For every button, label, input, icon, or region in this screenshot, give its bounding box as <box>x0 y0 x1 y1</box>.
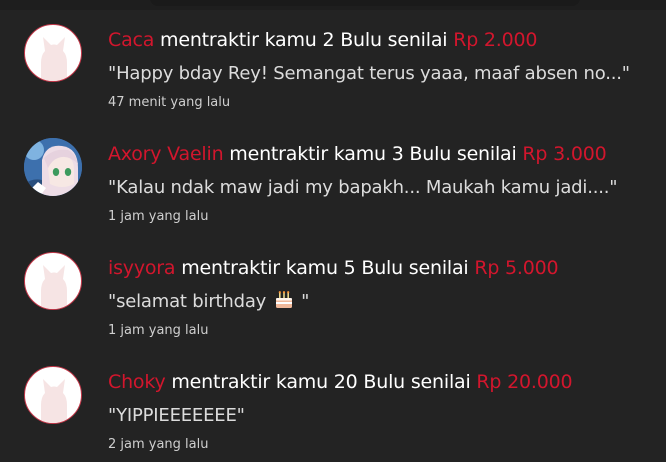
supporter-name[interactable]: Axory Vaelin <box>108 143 224 165</box>
support-timestamp: 47 menit yang lalu <box>108 95 231 110</box>
support-message-text-end: " <box>295 291 310 312</box>
support-amount: Rp 20.000 <box>476 371 573 393</box>
default-cat-avatar-icon[interactable] <box>24 366 82 424</box>
support-amount: Rp 2.000 <box>453 29 538 51</box>
list-item: Axory Vaelin mentraktir kamu 3 Bulu seni… <box>0 114 666 224</box>
support-message: "Kalau ndak maw jadi my bapakh... Maukah… <box>108 177 618 198</box>
support-timestamp: 1 jam yang lalu <box>108 209 209 224</box>
list-item: Caca mentraktir kamu 2 Bulu senilai Rp 2… <box>0 0 666 110</box>
supporter-name[interactable]: Caca <box>108 29 154 51</box>
support-action-text: mentraktir kamu 5 Bulu senilai <box>175 257 475 279</box>
support-headline: Choky mentraktir kamu 20 Bulu senilai Rp… <box>108 370 573 394</box>
support-headline: Caca mentraktir kamu 2 Bulu senilai Rp 2… <box>108 28 537 52</box>
support-action-text: mentraktir kamu 2 Bulu senilai <box>154 29 454 51</box>
list-item: isyyora mentraktir kamu 5 Bulu senilai R… <box>0 228 666 338</box>
support-timestamp: 1 jam yang lalu <box>108 323 209 338</box>
support-amount: Rp 3.000 <box>522 143 607 165</box>
birthday-cake-icon <box>274 290 294 310</box>
support-message-text: "selamat birthday <box>108 291 267 312</box>
supporter-name[interactable]: isyyora <box>108 257 176 279</box>
list-item: Choky mentraktir kamu 20 Bulu senilai Rp… <box>0 342 666 452</box>
anime-girl-photo-avatar-icon[interactable] <box>24 138 82 196</box>
supporter-name[interactable]: Choky <box>108 371 166 393</box>
support-headline: isyyora mentraktir kamu 5 Bulu senilai R… <box>108 256 559 280</box>
support-action-text: mentraktir kamu 20 Bulu senilai <box>165 371 477 393</box>
support-message: "YIPPIEEEEEEE" <box>108 405 245 426</box>
support-message: "selamat birthday " <box>108 290 309 314</box>
default-cat-avatar-icon[interactable] <box>24 252 82 310</box>
support-headline: Axory Vaelin mentraktir kamu 3 Bulu seni… <box>108 142 607 166</box>
support-message: "Happy bday Rey! Semangat terus yaaa, ma… <box>108 63 630 84</box>
default-cat-avatar-icon[interactable] <box>24 24 82 82</box>
support-feed: Caca mentraktir kamu 2 Bulu senilai Rp 2… <box>0 0 666 462</box>
support-amount: Rp 5.000 <box>474 257 559 279</box>
support-timestamp: 2 jam yang lalu <box>108 437 209 452</box>
support-action-text: mentraktir kamu 3 Bulu senilai <box>223 143 523 165</box>
